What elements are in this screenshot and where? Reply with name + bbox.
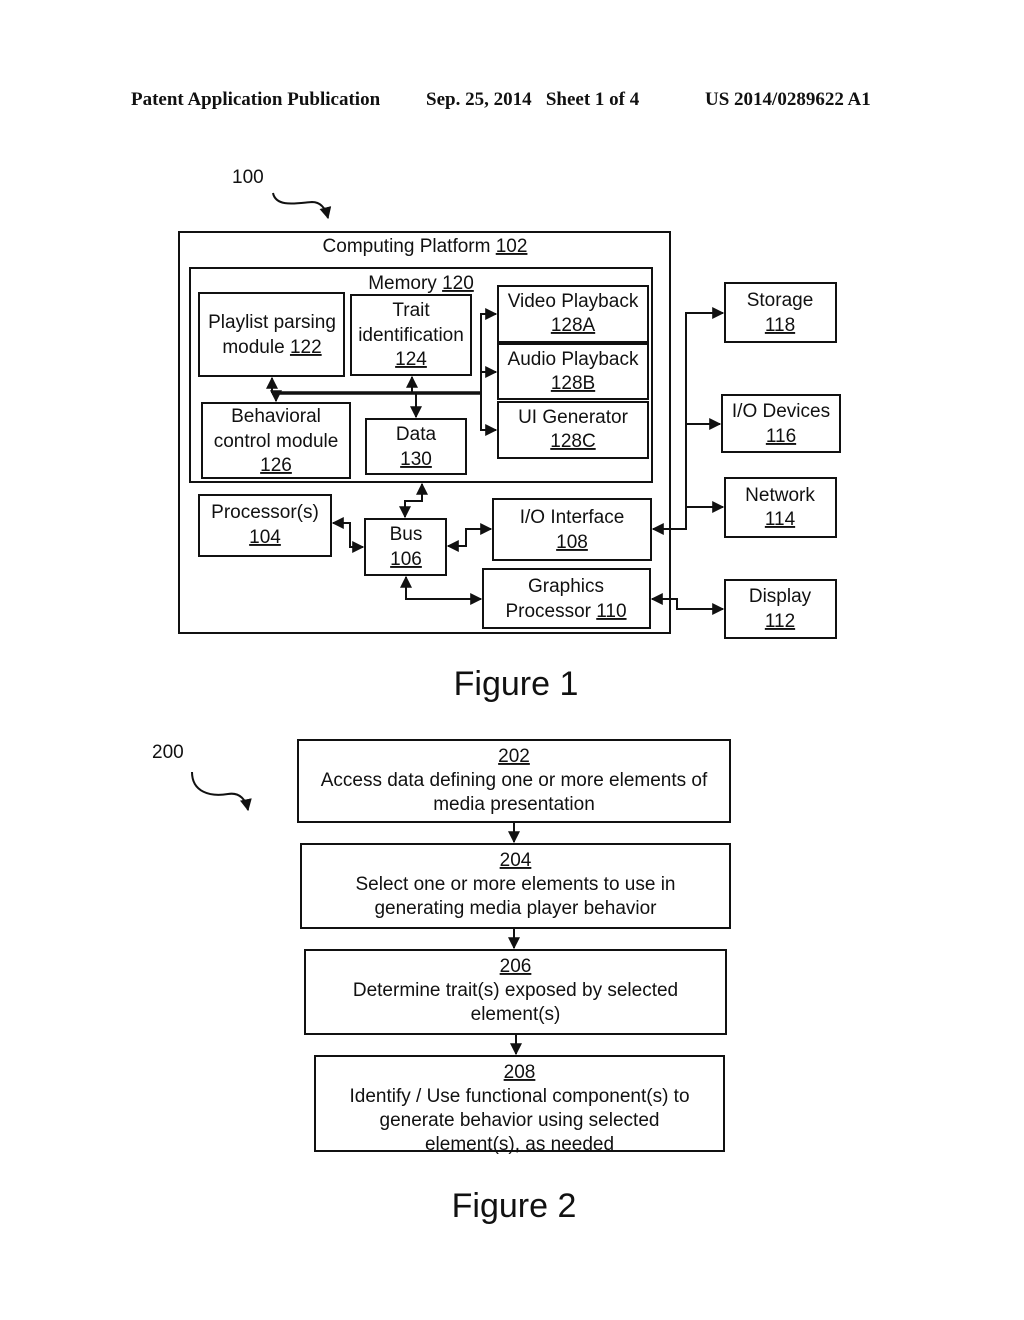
io-devices-label: I/O Devices <box>732 401 830 422</box>
figure-2: 200 202 Access data defining one or more … <box>152 739 731 1225</box>
display-number: 112 <box>765 611 795 632</box>
video-playback-label: Video Playback <box>508 291 639 312</box>
flow-step-number: 202 <box>498 746 530 767</box>
memory-label: Memory 120 <box>368 273 474 294</box>
patent-sheet: Patent Application Publication Sep. 25, … <box>0 0 1024 1320</box>
network-number: 114 <box>765 509 796 530</box>
figure-1-ref-number: 100 <box>232 167 264 188</box>
figure-1-ref-arrow <box>272 192 332 220</box>
flow-step-204: 204 Select one or more elements to use in… <box>300 843 731 929</box>
display-label: Display <box>749 586 812 607</box>
trait-identification-label: Trait <box>392 300 430 321</box>
flow-step-text: generate behavior using selected <box>380 1110 660 1131</box>
io-interface-label: I/O Interface <box>520 507 625 528</box>
computing-platform-label: Computing Platform 102 <box>323 236 528 257</box>
flow-step-text: Identify / Use functional component(s) t… <box>349 1086 689 1107</box>
flow-step-number: 206 <box>500 956 532 977</box>
io-interface-number: 108 <box>556 532 588 553</box>
figure-1-caption: Figure 1 <box>454 665 579 703</box>
storage-number: 118 <box>765 315 795 336</box>
processor-label: Processor(s) <box>211 502 319 523</box>
trait-identification-label-2: identification <box>358 325 464 346</box>
io-devices-number: 116 <box>766 426 796 447</box>
video-playback-number: 128A <box>551 315 596 336</box>
graphics-processor-label-2: Processor 110 <box>505 601 626 622</box>
audio-playback-label: Audio Playback <box>508 349 639 370</box>
figure-2-ref-number: 200 <box>152 742 184 763</box>
flow-step-text: Access data defining one or more element… <box>321 770 708 791</box>
behavioral-control-number: 126 <box>260 455 292 476</box>
behavioral-control-label: Behavioral <box>231 406 321 427</box>
graphics-processor-label: Graphics <box>528 576 604 597</box>
bus-number: 106 <box>390 549 422 570</box>
audio-playback-number: 128B <box>551 373 595 394</box>
flow-step-text: element(s), as needed <box>425 1134 614 1155</box>
figure-2-ref-arrow <box>191 771 252 812</box>
ui-generator-label: UI Generator <box>518 407 628 428</box>
trait-identification-number: 124 <box>395 349 427 370</box>
flowchart: 202 Access data defining one or more elem… <box>297 739 731 1155</box>
diagram-canvas: 100 Computing Platform 102 Memory 120 Pl… <box>152 167 841 1225</box>
figure-1: 100 Computing Platform 102 Memory 120 Pl… <box>178 167 841 703</box>
flow-step-202: 202 Access data defining one or more elem… <box>297 739 731 823</box>
flow-step-text: Select one or more elements to use in <box>355 874 675 895</box>
network-label: Network <box>745 485 815 506</box>
data-label: Data <box>396 424 437 445</box>
flow-step-text: Determine trait(s) exposed by selected <box>353 980 678 1001</box>
ui-generator-number: 128C <box>550 431 595 452</box>
figure-2-caption: Figure 2 <box>452 1187 577 1225</box>
data-number: 130 <box>400 449 432 470</box>
flow-step-text: element(s) <box>471 1004 561 1025</box>
processor-number: 104 <box>249 527 281 548</box>
behavioral-control-label-2: control module <box>214 431 339 452</box>
flow-step-208: 208 Identify / Use functional component(s… <box>314 1055 725 1155</box>
storage-label: Storage <box>747 290 814 311</box>
flow-step-text: media presentation <box>433 794 595 815</box>
bus-label: Bus <box>390 524 423 545</box>
flow-step-number: 204 <box>500 850 532 871</box>
flow-step-text: generating media player behavior <box>374 898 657 919</box>
playlist-parsing-label: Playlist parsing <box>208 312 336 333</box>
playlist-parsing-label-2: module 122 <box>222 337 321 358</box>
flow-step-206: 206 Determine trait(s) exposed by selecte… <box>304 949 727 1035</box>
playlist-parsing-module-box <box>198 292 345 377</box>
flow-step-number: 208 <box>504 1062 536 1083</box>
